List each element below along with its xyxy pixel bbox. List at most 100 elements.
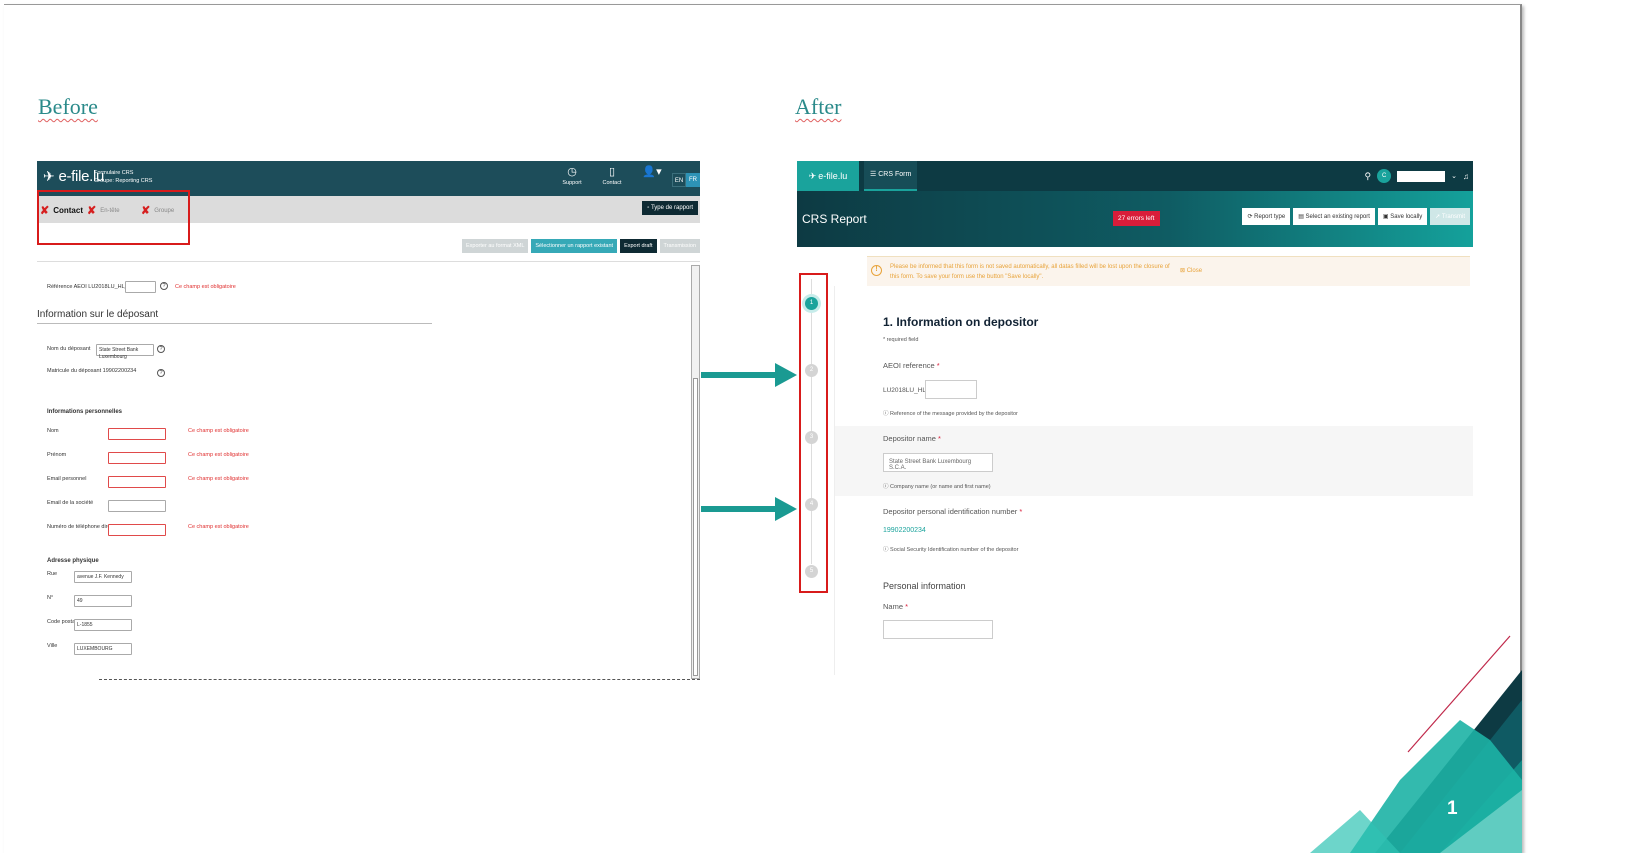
- tabs-highlight-box: [37, 190, 190, 245]
- transmit-label: Transmit: [1441, 214, 1465, 220]
- save-locally-label: Save locally: [1390, 214, 1423, 220]
- field-label: Ville: [47, 643, 58, 649]
- personal-info-title: Informations personnelles: [47, 409, 123, 415]
- aeoi-label-text: AEOI reference: [883, 361, 935, 370]
- aeoi-prefix: LU2018LU_HL_: [883, 387, 930, 394]
- help-icon[interactable]: ?: [157, 369, 165, 377]
- errors-badge[interactable]: 27 errors left: [1113, 211, 1160, 226]
- after-logo[interactable]: ✈ e-file.lu: [797, 161, 859, 191]
- before-action-buttons: Exporter au format XML Sélectionner un r…: [462, 239, 700, 253]
- after-topbar: ✈ e-file.lu ☰ CRS Form ⚲ C ⌄ ♫: [797, 161, 1473, 191]
- type-de-rapport-button[interactable]: ▫ Type de rapport: [642, 201, 698, 215]
- field-label: Prénom: [47, 452, 67, 458]
- arrow-right-icon: [701, 363, 797, 387]
- field-error: Ce champ est obligatoire: [188, 476, 249, 482]
- efile-logo-icon: ✈: [43, 168, 55, 184]
- field-label: Email de la société: [47, 500, 94, 506]
- prenom-input[interactable]: [108, 452, 166, 464]
- section-divider: [37, 323, 432, 324]
- efile-logo-icon: ✈: [808, 170, 817, 181]
- help-icon[interactable]: ⚲: [1365, 171, 1372, 182]
- stepper-highlight-box: [799, 273, 828, 593]
- depositor-name-input[interactable]: State Street Bank Luxembourg S.C.A.: [883, 453, 993, 472]
- before-form-group: Groupe: Reporting CRS: [94, 178, 153, 184]
- scrollbar[interactable]: [691, 265, 700, 679]
- depositor-name-label: Depositor name *: [883, 434, 941, 443]
- crs-form-tab-label: CRS Form: [878, 171, 912, 178]
- lang-fr-button[interactable]: FR: [686, 173, 700, 187]
- bottom-border: [99, 679, 700, 680]
- rue-input[interactable]: avenue J.F. Kennedy: [74, 571, 132, 583]
- name-label-text: Name: [883, 602, 904, 611]
- username-box[interactable]: [1397, 170, 1446, 182]
- transmission-button[interactable]: Transmission: [659, 239, 700, 253]
- ville-input[interactable]: LUXEMBOURG: [74, 643, 132, 655]
- menu-icon: ☰: [870, 171, 879, 178]
- before-section-title: Information sur le déposant: [37, 309, 159, 320]
- contact-label: Contact: [602, 180, 622, 186]
- depositor-name-help: ⓘ Company name (or name and first name): [883, 482, 991, 490]
- page-number: 1: [1447, 798, 1458, 819]
- alert-text: Please be informed that this form is not…: [890, 264, 1170, 280]
- before-contact-button[interactable]: ▯ Contact: [599, 165, 625, 187]
- select-existing-report-button[interactable]: ▤ Select an existing report: [1293, 208, 1375, 225]
- email-personnel-input[interactable]: [108, 476, 166, 488]
- name-input[interactable]: [883, 620, 993, 639]
- code-postal-input[interactable]: L-1855: [74, 619, 132, 631]
- close-icon: ⊠: [1180, 268, 1187, 274]
- field-label: Email personnel: [47, 476, 87, 482]
- page-title: CRS Report: [802, 212, 867, 226]
- nom-input[interactable]: [108, 428, 166, 440]
- email-societe-input[interactable]: [108, 500, 166, 512]
- after-logo-text: e-file.lu: [818, 171, 848, 181]
- bell-icon[interactable]: ♫: [1463, 172, 1469, 181]
- help-icon[interactable]: ?: [157, 345, 165, 353]
- aeoi-input[interactable]: [925, 380, 977, 399]
- lang-en-button[interactable]: EN: [672, 173, 686, 187]
- aeoi-error: Ce champ est obligatoire: [175, 284, 236, 290]
- required-mark: *: [938, 434, 941, 443]
- before-user-button[interactable]: 👤▾: [639, 165, 665, 187]
- support-label: Support: [562, 180, 582, 186]
- report-type-button[interactable]: ⟳ Report type: [1242, 208, 1291, 225]
- pin-help: ⓘ Social Security Identification number …: [883, 545, 1018, 553]
- phone-icon: ▯: [608, 166, 616, 178]
- numero-input[interactable]: 49: [74, 595, 132, 607]
- chevron-down-icon[interactable]: ⌄: [1451, 172, 1457, 180]
- after-screenshot: ✈ e-file.lu ☰ CRS Form ⚲ C ⌄ ♫ CRS Repor…: [797, 161, 1473, 675]
- select-existing-report-button[interactable]: Sélectionner un rapport existant: [531, 239, 618, 253]
- save-locally-button[interactable]: ▣ Save locally: [1377, 208, 1428, 225]
- aeoi-help: ⓘ Reference of the message provided by t…: [883, 409, 1018, 417]
- personal-info-title: Personal information: [883, 581, 966, 591]
- depositor-name-input[interactable]: State Street Bank Luxembourg: [96, 344, 154, 360]
- field-label: N°: [47, 595, 54, 601]
- send-icon: ➚: [1435, 214, 1442, 220]
- crs-form-tab[interactable]: ☰ CRS Form: [864, 161, 918, 191]
- type-de-rapport-label: Type de rapport: [650, 205, 693, 211]
- matricule-label: Matricule du déposant: [47, 368, 102, 374]
- alert-close-label: Close: [1186, 268, 1203, 274]
- help-icon[interactable]: ?: [160, 282, 168, 290]
- before-heading: Before: [38, 94, 98, 119]
- file-icon: ▤: [1298, 214, 1306, 220]
- field-label: Numéro de téléphone direct: [47, 524, 115, 530]
- scrollbar-thumb[interactable]: [693, 378, 698, 676]
- transmit-button[interactable]: ➚ Transmit: [1430, 208, 1470, 225]
- before-language-switch: EN FR: [672, 173, 700, 187]
- before-support-button[interactable]: ◷ Support: [559, 165, 585, 187]
- info-icon: ⓘ: [883, 484, 891, 490]
- aeoi-label: AEOI reference *: [883, 361, 940, 370]
- unsaved-warning-alert: ! Please be informed that this form is n…: [867, 256, 1470, 286]
- aeoi-help-text: Reference of the message provided by the…: [890, 411, 1018, 417]
- field-label: Rue: [47, 571, 58, 577]
- export-xml-button[interactable]: Exporter au format XML: [462, 239, 529, 253]
- pin-label-text: Depositor personal identification number: [883, 507, 1018, 516]
- avatar[interactable]: C: [1377, 169, 1392, 183]
- aeoi-input[interactable]: [125, 281, 156, 293]
- export-draft-button[interactable]: Export draft: [620, 239, 657, 253]
- telephone-input[interactable]: [108, 524, 166, 536]
- before-form-title: Formulaire CRS: [94, 170, 134, 176]
- alert-close-button[interactable]: ⊠ Close: [1180, 267, 1202, 274]
- aeoi-label-text: Référence AEOI: [47, 284, 87, 290]
- pin-value: 19902200234: [883, 527, 926, 534]
